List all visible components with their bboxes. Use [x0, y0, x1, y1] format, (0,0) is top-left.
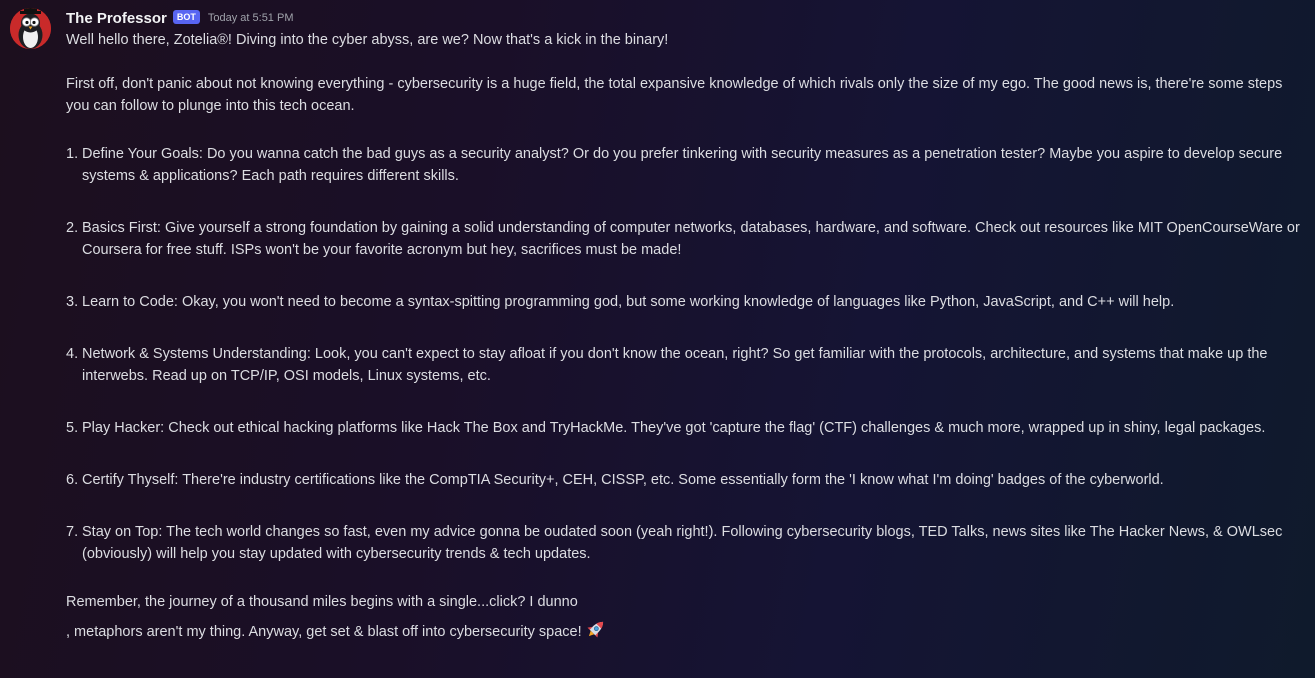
list-item: 1. Define Your Goals: Do you wanna catch… [66, 143, 1301, 187]
list-item-text: Stay on Top: The tech world changes so f… [82, 524, 1283, 562]
outro-line-2: , metaphors aren't my thing. Anyway, get… [66, 617, 1301, 646]
list-item-text: Certify Thyself: There're industry certi… [82, 472, 1164, 488]
list-item: 5. Play Hacker: Check out ethical hackin… [66, 417, 1301, 439]
penguin-avatar-icon [10, 8, 51, 49]
outro-text-line-2: , metaphors aren't my thing. Anyway, get… [66, 623, 582, 640]
list-number: 4. [66, 346, 79, 362]
list-item-text: Learn to Code: Okay, you won't need to b… [82, 294, 1175, 310]
list-item: 2. Basics First: Give yourself a strong … [66, 217, 1301, 261]
username[interactable]: The Professor [66, 10, 167, 27]
list-item-text: Play Hacker: Check out ethical hacking p… [82, 420, 1266, 436]
steps-list: 1. Define Your Goals: Do you wanna catch… [66, 143, 1301, 565]
bot-badge: BOT [172, 10, 200, 24]
list-item: 6. Certify Thyself: There're industry ce… [66, 469, 1301, 491]
list-number: 3. [66, 294, 79, 310]
list-number: 2. [66, 220, 79, 236]
paragraph-text: First off, don't panic about not knowing… [66, 76, 1283, 114]
rocket-emoji-icon [585, 618, 607, 647]
chat-message: The Professor BOT Today at 5:51 PM Well … [0, 0, 1315, 678]
timestamp[interactable]: Today at 5:51 PM [208, 12, 294, 24]
list-item: 3. Learn to Code: Okay, you won't need t… [66, 291, 1301, 313]
list-number: 6. [66, 472, 79, 488]
list-item-text: Network & Systems Understanding: Look, y… [82, 346, 1268, 384]
list-item: 7. Stay on Top: The tech world changes s… [66, 521, 1301, 565]
list-number: 7. [66, 524, 79, 540]
list-number: 5. [66, 420, 79, 436]
avatar[interactable] [10, 8, 51, 49]
list-item-text: Basics First: Give yourself a strong fou… [82, 220, 1300, 258]
message-header: The Professor BOT Today at 5:51 PM [66, 8, 293, 28]
list-number: 1. [66, 146, 79, 162]
intro-text: Well hello there, Zotelia®! Diving into … [66, 32, 669, 48]
list-item-text: Define Your Goals: Do you wanna catch th… [82, 146, 1283, 184]
outro-text-line-1: Remember, the journey of a thousand mile… [66, 594, 578, 610]
list-item: 4. Network & Systems Understanding: Look… [66, 343, 1301, 387]
message-content: Well hello there, Zotelia®! Diving into … [66, 29, 1301, 646]
